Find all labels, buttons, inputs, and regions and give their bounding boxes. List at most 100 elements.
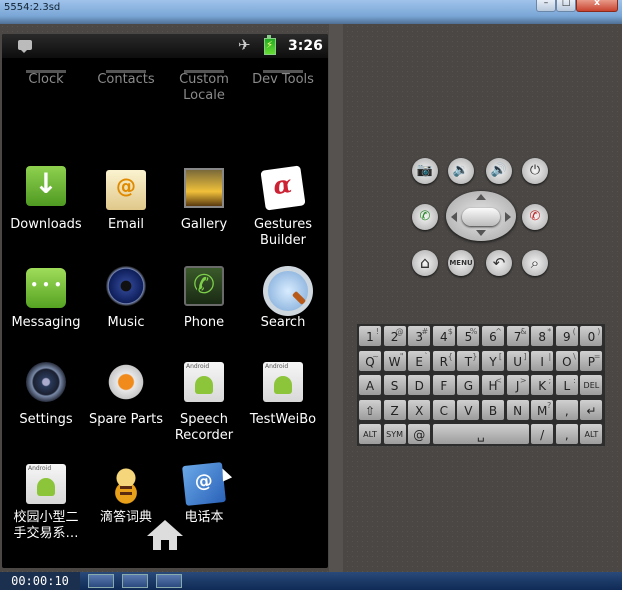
app-messaging[interactable]: Messaging: [6, 264, 86, 354]
key-row2-5[interactable]: Y[: [482, 350, 504, 371]
volume-up-button[interactable]: 🔊: [486, 158, 512, 184]
space-key[interactable]: ␣: [432, 424, 529, 444]
app-clock[interactable]: Clock: [6, 34, 86, 124]
app-search[interactable]: Search: [243, 264, 323, 354]
key-row3-3[interactable]: F: [432, 375, 455, 395]
menu-button[interactable]: MENU: [448, 250, 474, 276]
key-row2-8[interactable]: O \: [555, 350, 578, 371]
app-contacts[interactable]: Contacts: [86, 34, 166, 124]
key-row2-4[interactable]: T}: [457, 350, 480, 371]
key-alt-label: ): [597, 327, 601, 336]
key-row4-5[interactable]: N: [506, 399, 529, 420]
call-button[interactable]: ✆: [412, 204, 438, 230]
key-row2-1[interactable]: W ": [383, 350, 406, 371]
key-row1-9[interactable]: 0): [580, 326, 603, 346]
key-row3-5[interactable]: H <: [482, 375, 504, 395]
app-spare-parts[interactable]: Spare Parts: [86, 362, 166, 452]
key-row2-9[interactable]: P =: [580, 350, 603, 371]
key-row3-2[interactable]: D: [408, 375, 431, 395]
key-row2-2[interactable]: E `: [408, 350, 431, 371]
key-row3-0[interactable]: A: [359, 375, 381, 395]
app-gestures-builder[interactable]: Gestures Builder: [243, 165, 323, 256]
app-campus-trading[interactable]: 校园小型二手交易系…: [6, 464, 86, 554]
shift-key[interactable]: ⇧: [359, 399, 381, 420]
key-alt-label: (: [572, 327, 576, 336]
sym-key[interactable]: SYM: [383, 424, 406, 444]
key-row2-7[interactable]: I |: [531, 350, 554, 371]
back-button[interactable]: ↶: [486, 250, 512, 276]
key-row1-6[interactable]: 7 &: [506, 326, 529, 346]
app-gallery[interactable]: Gallery: [164, 166, 244, 256]
camera-button[interactable]: 📷: [412, 158, 438, 184]
app-speech-recorder[interactable]: Speech Recorder: [164, 362, 244, 452]
app-email[interactable]: Email: [86, 166, 166, 256]
key-row4-2[interactable]: C: [432, 399, 455, 420]
alt-left-key[interactable]: ALT: [359, 424, 381, 444]
key-label: Y: [489, 354, 497, 369]
key-row1-2[interactable]: 3 #: [408, 326, 431, 346]
bee-icon: [106, 464, 146, 504]
key-row1-0[interactable]: 1!: [359, 326, 381, 346]
close-button[interactable]: x: [576, 0, 618, 12]
dpad-up-icon[interactable]: [476, 194, 486, 200]
key-label: O: [562, 354, 572, 369]
key-label: ␣: [476, 428, 485, 442]
app-dev-tools[interactable]: Dev Tools: [243, 34, 323, 124]
key-row2-3[interactable]: R{: [432, 350, 455, 371]
dpad-left-icon[interactable]: [451, 212, 457, 222]
comma-key[interactable]: ,: [555, 399, 578, 420]
key-row1-3[interactable]: 4 $: [432, 326, 455, 346]
maximize-button[interactable]: □: [556, 0, 576, 12]
minimize-button[interactable]: –: [536, 0, 556, 12]
home-button[interactable]: ⌂: [412, 250, 438, 276]
search-button[interactable]: ⌕: [522, 250, 548, 276]
app-phone[interactable]: Phone: [164, 264, 244, 354]
app-custom-locale[interactable]: Custom Locale: [164, 34, 244, 124]
key-row1-7[interactable]: 8 *: [531, 326, 554, 346]
delete-key[interactable]: DEL: [580, 375, 603, 395]
key-row3-1[interactable]: S: [383, 375, 406, 395]
home-icon[interactable]: [147, 520, 183, 552]
key-row4-0[interactable]: Z: [383, 399, 406, 420]
slash-key[interactable]: /: [531, 424, 554, 444]
dpad-right-icon[interactable]: [505, 212, 511, 222]
key-row4-4[interactable]: B: [482, 399, 504, 420]
volume-down-button[interactable]: 🔉: [448, 158, 474, 184]
app-settings[interactable]: Settings: [6, 362, 86, 452]
at-key[interactable]: @: [408, 424, 431, 444]
comma-key-2[interactable]: ,: [555, 424, 578, 444]
dpad-center-button[interactable]: [462, 208, 500, 226]
enter-key[interactable]: ↵: [580, 399, 603, 420]
key-row4-1[interactable]: X: [408, 399, 431, 420]
key-label: R: [439, 354, 448, 369]
alt-right-key[interactable]: ALT: [580, 424, 603, 444]
key-alt-label: ": [399, 351, 404, 361]
end-call-button[interactable]: ✆: [522, 204, 548, 230]
taskbar-app-button[interactable]: [122, 574, 148, 588]
key-row2-6[interactable]: U]: [506, 350, 529, 371]
taskbar-app-button[interactable]: [88, 574, 114, 588]
key-row3-4[interactable]: G: [457, 375, 480, 395]
app-downloads[interactable]: Downloads: [6, 166, 86, 256]
power-icon: ⏻: [529, 163, 541, 178]
back-icon: ↶: [492, 254, 506, 272]
dpad-down-icon[interactable]: [476, 230, 486, 236]
device-screen[interactable]: ✈ ⚡ 3:26 Clock Contacts Custom Locale De…: [2, 34, 328, 568]
key-row1-4[interactable]: 5%: [457, 326, 480, 346]
key-row3-6[interactable]: J >: [506, 375, 529, 395]
key-row1-5[interactable]: 6 ^: [482, 326, 504, 346]
key-alt-label: >: [519, 376, 527, 385]
app-testweibo[interactable]: TestWeiBo: [243, 362, 323, 452]
power-button[interactable]: ⏻: [522, 158, 548, 184]
app-label: Speech Recorder: [174, 412, 234, 443]
app-music[interactable]: Music: [86, 264, 166, 354]
key-row4-6[interactable]: M?: [531, 399, 554, 420]
taskbar-app-button[interactable]: [156, 574, 182, 588]
key-row1-8[interactable]: 9(: [555, 326, 578, 346]
key-row3-7[interactable]: K;: [531, 375, 554, 395]
gestures-builder-icon: [260, 165, 306, 211]
key-row2-0[interactable]: Q ~: [359, 350, 381, 371]
key-row1-1[interactable]: 2 @: [383, 326, 406, 346]
key-row4-3[interactable]: V: [457, 399, 480, 420]
key-row3-8[interactable]: L:: [555, 375, 578, 395]
